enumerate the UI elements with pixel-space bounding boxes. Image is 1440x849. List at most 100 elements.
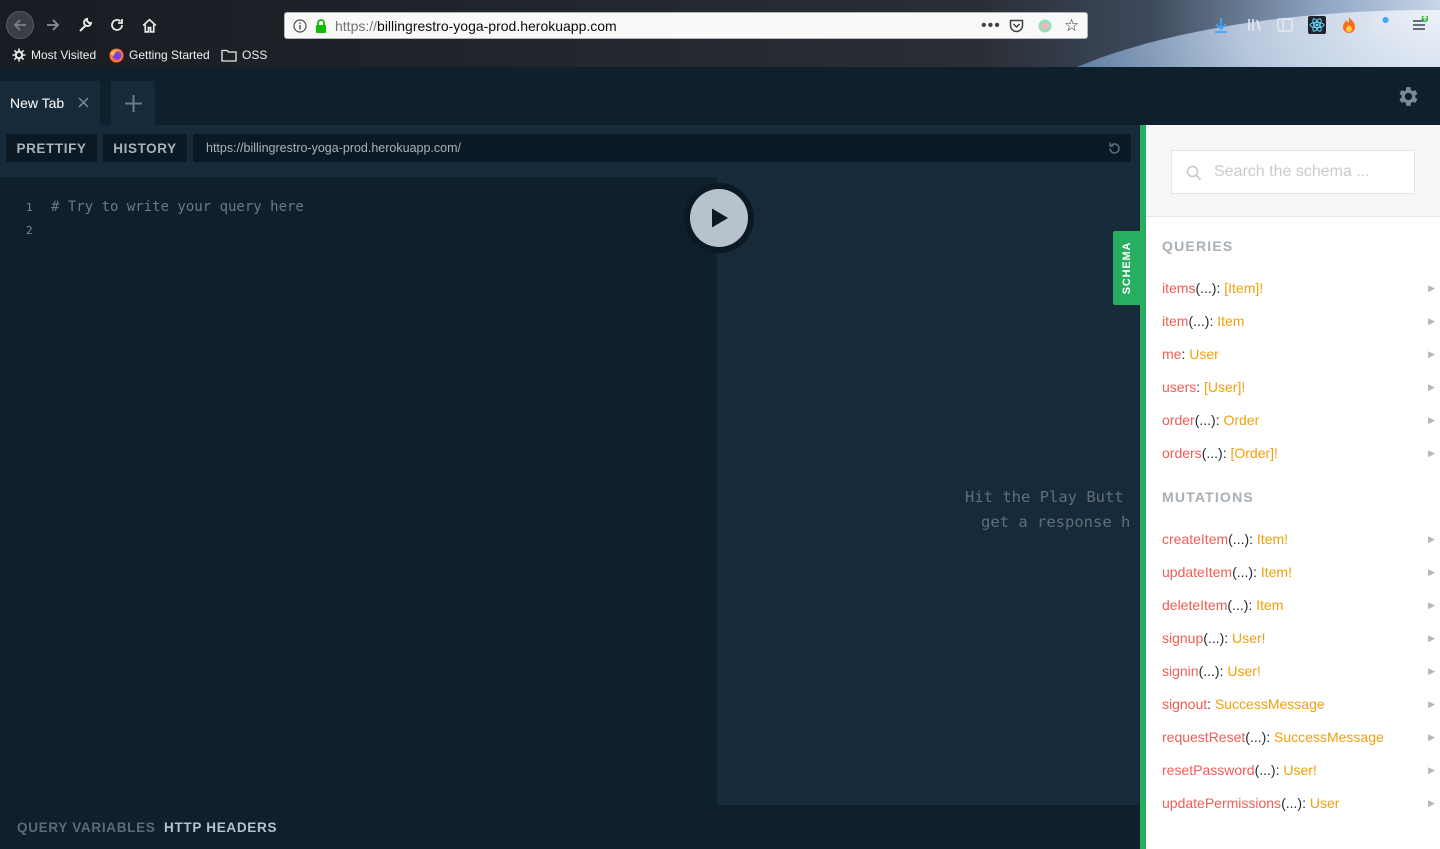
field-colon: :: [1248, 597, 1257, 613]
field-type: Item: [1217, 313, 1245, 329]
schema-search-input[interactable]: Search the schema ...: [1171, 150, 1415, 194]
back-button[interactable]: [6, 11, 34, 39]
line-number: 1: [26, 201, 33, 214]
bookmark-getting-started[interactable]: Getting Started: [109, 47, 210, 63]
hamburger-menu-icon[interactable]: [1410, 16, 1428, 34]
field-name: orders: [1162, 445, 1202, 461]
url-text[interactable]: https://billingrestro-yoga-prod.herokuap…: [335, 18, 617, 34]
endpoint-url-text: https://billingrestro-yoga-prod.herokuap…: [206, 141, 461, 155]
editor-area: PRETTIFY HISTORY https://billingrestro-y…: [0, 125, 1140, 849]
mutation-field-row[interactable]: requestReset(...): SuccessMessage ▶: [1162, 729, 1435, 749]
field-name: signup: [1162, 630, 1204, 646]
tab-query-variables[interactable]: QUERY VARIABLES: [17, 820, 156, 835]
reload-button[interactable]: [104, 12, 130, 38]
tab-http-headers[interactable]: HTTP HEADERS: [164, 820, 277, 835]
history-button[interactable]: HISTORY: [103, 134, 187, 162]
run-button-face: [690, 189, 748, 247]
queries-section-title: QUERIES: [1162, 238, 1234, 254]
mutation-field-row[interactable]: updatePermissions(...): User ▶: [1162, 795, 1435, 815]
expand-arrow-icon: ▶: [1428, 633, 1435, 643]
mutation-field-row[interactable]: updateItem(...): Item! ▶: [1162, 564, 1435, 584]
extension-icon[interactable]: [1037, 18, 1053, 34]
field-args: (...): [1232, 564, 1254, 580]
result-placeholder-line: get a response h: [981, 513, 1131, 531]
tab-new-tab[interactable]: New Tab: [0, 81, 100, 125]
mutation-field-row[interactable]: signout: SuccessMessage ▶: [1162, 696, 1435, 716]
info-icon[interactable]: [293, 19, 307, 33]
field-name: updatePermissions: [1162, 795, 1282, 811]
field-args: (...): [1228, 531, 1250, 547]
field-args: (...): [1198, 663, 1220, 679]
field-args: (...): [1195, 280, 1217, 296]
close-icon[interactable]: [78, 97, 89, 108]
expand-arrow-icon: ▶: [1428, 666, 1435, 676]
query-field-row[interactable]: item(...): Item ▶: [1162, 313, 1435, 333]
prettify-button[interactable]: PRETTIFY: [6, 134, 97, 162]
field-type: [User]!: [1204, 379, 1246, 395]
expand-arrow-icon: ▶: [1428, 765, 1435, 775]
add-tab-button[interactable]: [111, 81, 155, 125]
bookmark-folder-oss[interactable]: OSS: [221, 47, 267, 63]
query-field-row[interactable]: orders(...): [Order]! ▶: [1162, 445, 1435, 465]
expand-arrow-icon: ▶: [1428, 283, 1435, 293]
gear-icon: [12, 48, 26, 62]
mutation-field-row[interactable]: resetPassword(...): User! ▶: [1162, 762, 1435, 782]
plus-icon: [124, 94, 142, 112]
sidebar-icon[interactable]: [1276, 16, 1294, 34]
query-editor[interactable]: 1 2 # Try to write your query here: [0, 177, 717, 805]
folder-icon: [221, 49, 237, 62]
expand-arrow-icon: ▶: [1428, 567, 1435, 577]
expand-arrow-icon: ▶: [1428, 316, 1435, 326]
library-icon[interactable]: [1246, 16, 1264, 34]
field-args: (...): [1245, 729, 1267, 745]
bookmark-star-icon[interactable]: ☆: [1064, 16, 1079, 36]
lock-icon[interactable]: [314, 18, 328, 34]
result-placeholder-text: Hit the Play Butt get a response h: [965, 485, 1140, 535]
mutation-field-row[interactable]: signup(...): User! ▶: [1162, 630, 1435, 650]
settings-gear-icon[interactable]: [1395, 84, 1420, 109]
home-icon: [142, 18, 156, 33]
expand-arrow-icon: ▶: [1428, 349, 1435, 359]
bookmark-most-visited[interactable]: Most Visited: [12, 47, 96, 63]
schema-tab[interactable]: SCHEMA: [1113, 231, 1141, 305]
endpoint-url-input[interactable]: https://billingrestro-yoga-prod.herokuap…: [193, 134, 1131, 162]
query-field-row[interactable]: users: [User]! ▶: [1162, 379, 1435, 399]
firebug-icon[interactable]: [1340, 16, 1358, 34]
execute-query-button[interactable]: [684, 183, 754, 253]
reload-schema-icon[interactable]: [1107, 141, 1122, 156]
query-field-row[interactable]: items(...): [Item]! ▶: [1162, 280, 1435, 300]
bookmark-label: Getting Started: [129, 48, 210, 62]
home-button[interactable]: [136, 12, 162, 38]
url-bar[interactable]: https://billingrestro-yoga-prod.herokuap…: [284, 12, 1088, 39]
download-icon[interactable]: [1212, 16, 1230, 34]
field-name: signout: [1162, 696, 1208, 712]
expand-arrow-icon: ▶: [1428, 600, 1435, 610]
reload-icon: [111, 19, 123, 31]
bookmark-label: Most Visited: [31, 48, 97, 62]
field-type: SuccessMessage: [1214, 696, 1325, 712]
field-name: createItem: [1162, 531, 1229, 547]
mutation-field-row[interactable]: createItem(...): Item! ▶: [1162, 531, 1435, 551]
tools-button[interactable]: [72, 12, 98, 38]
react-devtools-icon[interactable]: [1308, 16, 1326, 34]
mutation-field-row[interactable]: signin(...): User! ▶: [1162, 663, 1435, 683]
forward-button[interactable]: [40, 12, 66, 38]
field-type: Item: [1256, 597, 1284, 613]
schema-tab-label: SCHEMA: [1121, 241, 1133, 295]
query-field-row[interactable]: me: User ▶: [1162, 346, 1435, 366]
graphql-playground: New Tab PRETTIFY HISTORY https://billing…: [0, 67, 1440, 849]
tab-title: New Tab: [10, 95, 65, 111]
field-type: User: [1309, 795, 1340, 811]
field-type: User!: [1227, 663, 1261, 679]
arrow-left-icon: [13, 19, 26, 31]
pocket-icon[interactable]: [1009, 18, 1024, 33]
field-name: users: [1162, 379, 1197, 395]
bookmark-label: OSS: [242, 48, 268, 62]
query-field-row[interactable]: order(...): Order ▶: [1162, 412, 1435, 432]
more-actions-icon[interactable]: •••: [981, 17, 1001, 35]
mutation-field-row[interactable]: deleteItem(...): Item ▶: [1162, 597, 1435, 617]
query-placeholder-comment: # Try to write your query here: [51, 199, 304, 215]
field-colon: :: [1249, 531, 1257, 547]
firefox-icon: [109, 48, 124, 62]
account-icon[interactable]: [1372, 16, 1390, 34]
